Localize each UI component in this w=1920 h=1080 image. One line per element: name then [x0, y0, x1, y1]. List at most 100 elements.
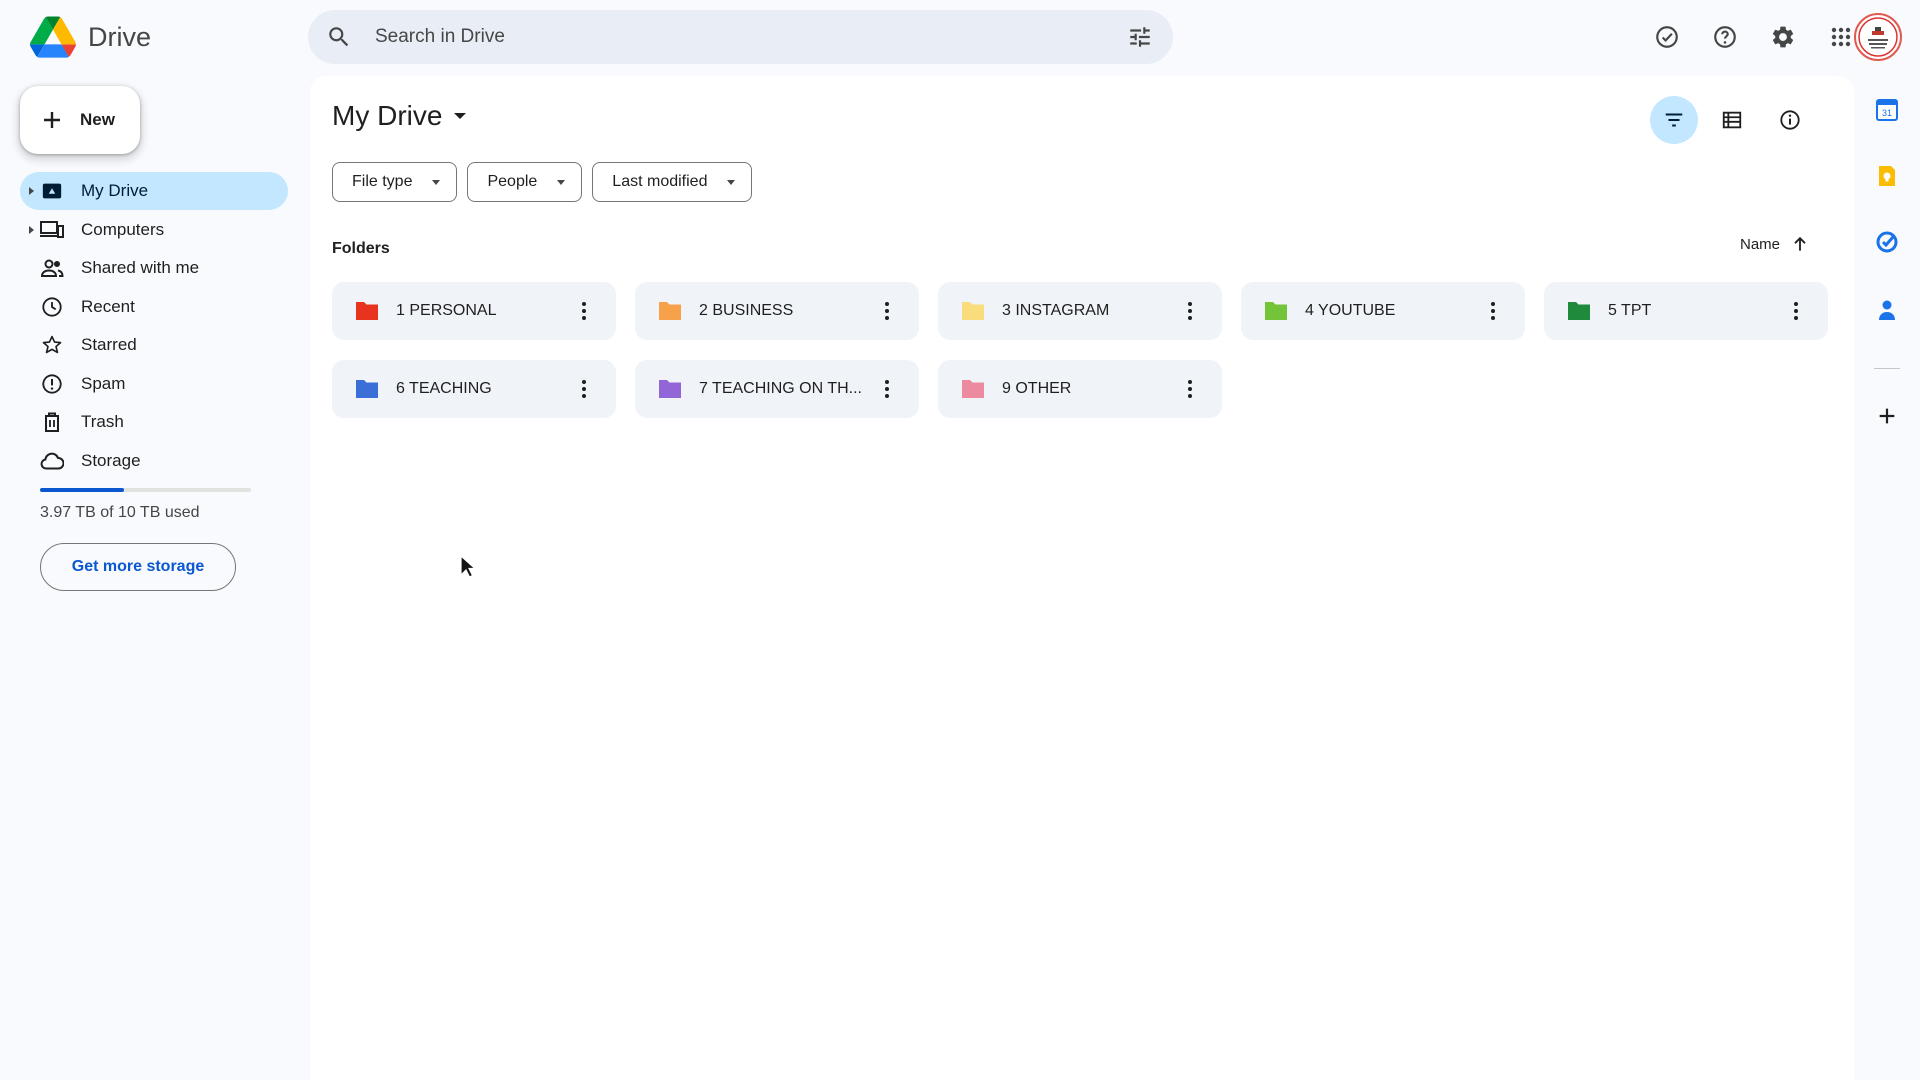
file-type-filter[interactable]: File type — [332, 162, 458, 202]
folder-name: 4 YOUTUBE — [1305, 302, 1396, 319]
folder-icon — [962, 302, 984, 320]
folder-card[interactable]: 2 BUSINESS — [635, 282, 919, 340]
mouse-cursor-icon — [460, 555, 476, 578]
search-input[interactable]: Search in Drive — [375, 26, 505, 48]
add-app-icon[interactable] — [1871, 400, 1903, 432]
sidebar-item-my-drive[interactable]: My Drive — [20, 172, 288, 210]
new-button[interactable]: New — [20, 86, 140, 154]
chevron-down-icon — [557, 179, 566, 185]
contacts-icon[interactable] — [1871, 294, 1903, 326]
folder-name: 2 BUSINESS — [699, 302, 794, 319]
folder-card[interactable]: 4 YOUTUBE — [1241, 282, 1525, 340]
chevron-down-icon — [432, 179, 441, 185]
sidebar-item-label: Spam — [81, 373, 126, 393]
sidebar-item-computers[interactable]: Computers — [20, 211, 288, 249]
people-filter[interactable]: People — [467, 162, 583, 202]
page-title-button[interactable]: My Drive — [332, 100, 467, 132]
help-icon[interactable] — [1702, 14, 1748, 60]
main-content: My Drive File type People Last modified … — [310, 76, 1854, 1080]
get-more-storage-button[interactable]: Get more storage — [40, 543, 236, 591]
sidebar-item-spam[interactable]: Spam — [20, 365, 288, 403]
chevron-down-icon — [727, 179, 736, 185]
tasks-icon[interactable] — [1871, 226, 1903, 258]
keep-icon[interactable] — [1871, 160, 1903, 192]
folder-card[interactable]: 6 TEACHING — [332, 360, 616, 418]
arrow-up-icon[interactable] — [1790, 234, 1810, 254]
clock-icon — [40, 295, 64, 319]
search-options-icon[interactable] — [1127, 24, 1153, 50]
more-actions-icon[interactable] — [875, 299, 899, 323]
storage-usage-text: 3.97 TB of 10 TB used — [40, 504, 200, 521]
expand-caret-icon[interactable] — [29, 187, 34, 195]
folder-card[interactable]: 1 PERSONAL — [332, 282, 616, 340]
cloud-icon — [40, 449, 64, 473]
star-icon — [40, 333, 64, 357]
sort-control[interactable]: Name — [1740, 234, 1810, 254]
folder-icon — [356, 380, 378, 398]
folder-card[interactable]: 9 OTHER — [938, 360, 1222, 418]
sidebar-item-label: Computers — [81, 219, 165, 239]
sidebar: New My Drive Computers Shared with me Re… — [0, 76, 306, 1080]
sidebar-item-starred[interactable]: Starred — [20, 326, 288, 364]
drive-logo[interactable]: Drive — [30, 16, 151, 58]
sort-label: Name — [1739, 235, 1780, 253]
filter-icon — [1665, 113, 1683, 127]
sidebar-item-label: My Drive — [81, 181, 149, 200]
sidebar-item-label: Shared with me — [81, 258, 200, 277]
folder-name: 5 TPT — [1608, 302, 1652, 319]
more-actions-icon[interactable] — [1178, 377, 1202, 401]
filter-chips: File type People Last modified — [332, 162, 753, 202]
folder-icon — [659, 380, 681, 398]
last-modified-filter[interactable]: Last modified — [592, 162, 753, 202]
folder-icon — [659, 302, 681, 320]
expand-caret-icon[interactable] — [29, 225, 34, 234]
sidebar-item-recent[interactable]: Recent — [20, 288, 288, 326]
more-actions-icon[interactable] — [1784, 299, 1808, 323]
folder-icon — [962, 380, 984, 398]
app-name: Drive — [88, 21, 152, 52]
header-actions — [1644, 14, 1864, 60]
offline-ready-icon[interactable] — [1644, 14, 1690, 60]
search-bar[interactable]: Search in Drive — [308, 10, 1173, 64]
my-drive-icon — [40, 179, 64, 203]
folder-grid: 1 PERSONAL 2 BUSINESS 3 INSTAGRAM 4 YOUT… — [332, 282, 1828, 418]
more-actions-icon[interactable] — [572, 377, 596, 401]
top-bar: Drive Search in Drive — [0, 0, 1920, 76]
chevron-down-icon — [454, 113, 467, 119]
account-avatar[interactable] — [1854, 13, 1902, 61]
chip-label: Last modified — [612, 173, 708, 190]
view-controls — [1650, 96, 1814, 144]
chip-label: File type — [352, 173, 413, 190]
folder-icon — [1568, 302, 1590, 320]
sidebar-item-storage[interactable]: Storage — [20, 442, 288, 480]
folder-card[interactable]: 5 TPT — [1544, 282, 1828, 340]
details-button[interactable] — [1766, 96, 1814, 144]
calendar-icon[interactable]: 31 — [1871, 94, 1903, 126]
sidebar-item-label: Starred — [81, 335, 137, 354]
folder-card[interactable]: 7 TEACHING ON TH... — [635, 360, 919, 418]
more-actions-icon[interactable] — [1481, 299, 1505, 323]
drive-logo-icon — [30, 16, 76, 58]
more-actions-icon[interactable] — [1178, 299, 1202, 323]
folder-card[interactable]: 3 INSTAGRAM — [938, 282, 1222, 340]
calendar-day: 31 — [1882, 108, 1892, 118]
sidebar-item-label: Storage — [81, 450, 141, 470]
storage-progress-fill — [40, 488, 124, 492]
trash-icon — [40, 410, 64, 434]
more-actions-icon[interactable] — [572, 299, 596, 323]
sidebar-nav: My Drive Computers Shared with me Recent — [20, 172, 288, 480]
search-icon[interactable] — [326, 24, 352, 50]
folder-icon — [356, 302, 378, 320]
more-actions-icon[interactable] — [875, 377, 899, 401]
sidebar-item-trash[interactable]: Trash — [20, 403, 288, 441]
folder-name: 7 TEACHING ON TH... — [699, 380, 862, 397]
folder-name: 3 INSTAGRAM — [1002, 302, 1110, 319]
avatar-logo-image — [1858, 17, 1898, 57]
folder-name: 1 PERSONAL — [396, 302, 497, 319]
sidebar-item-label: Recent — [81, 296, 135, 316]
filter-toggle-button[interactable] — [1650, 96, 1698, 144]
list-view-button[interactable] — [1708, 96, 1756, 144]
sidebar-item-shared-with-me[interactable]: Shared with me — [20, 249, 288, 287]
settings-icon[interactable] — [1760, 14, 1806, 60]
new-button-label: New — [80, 110, 115, 129]
